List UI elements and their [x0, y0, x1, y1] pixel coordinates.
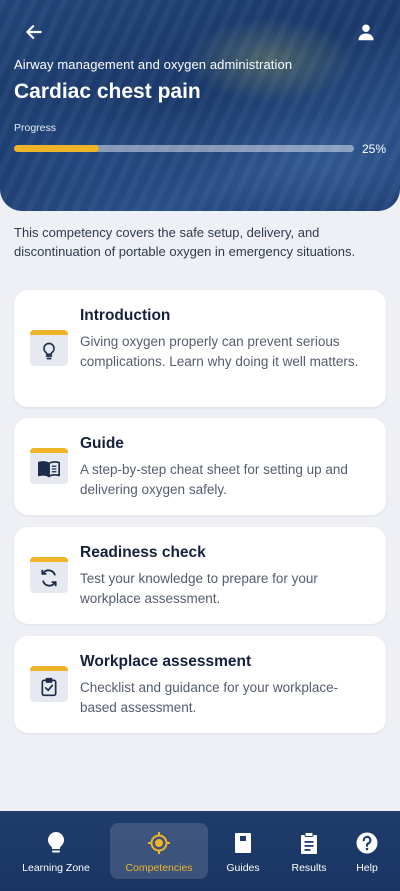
card-icon-box	[30, 557, 68, 593]
progress-bar-fill	[14, 145, 99, 152]
nav-label: Results	[291, 862, 327, 874]
target-icon	[148, 832, 170, 854]
progress-value: 25%	[362, 142, 387, 156]
refresh-icon	[41, 568, 57, 587]
clipboard-check-icon	[41, 677, 57, 696]
card-icon-box	[30, 330, 68, 366]
card-description: Checklist and guidance for your workplac…	[80, 680, 339, 715]
card-readiness-check[interactable]: Readiness check Test your knowledge to p…	[14, 527, 386, 624]
lightbulb-icon	[43, 342, 55, 359]
lightbulb-icon	[48, 832, 64, 853]
nav-item-help[interactable]: Help	[346, 823, 388, 879]
competency-description: This competency covers the safe setup, d…	[14, 225, 356, 259]
nav-item-results[interactable]: Results	[282, 823, 336, 879]
card-icon-box	[30, 448, 68, 484]
book-icon	[235, 833, 251, 853]
card-workplace-assessment[interactable]: Workplace assessment Checklist and guida…	[14, 636, 386, 733]
nav-item-competencies[interactable]: Competencies	[110, 823, 208, 879]
arrow-left-icon	[26, 25, 42, 39]
nav-label: Help	[356, 862, 378, 874]
nav-item-learning-zone[interactable]: Learning Zone	[14, 823, 98, 879]
page-title: Cardiac chest pain	[14, 80, 201, 103]
header-banner: Airway management and oxygen administrat…	[0, 0, 400, 211]
bottom-navigation: Learning Zone Competencies Guides Result…	[0, 811, 400, 891]
profile-button[interactable]	[352, 18, 380, 46]
card-title: Readiness check	[80, 544, 206, 561]
card-introduction[interactable]: Introduction Giving oxygen properly can …	[14, 290, 386, 407]
nav-item-guides[interactable]: Guides	[218, 823, 268, 879]
progress-label: Progress	[14, 122, 57, 134]
user-icon	[358, 24, 374, 41]
nav-label: Learning Zone	[22, 862, 90, 874]
card-title: Introduction	[80, 307, 171, 324]
clipboard-icon	[301, 832, 317, 854]
book-open-icon	[38, 460, 60, 477]
card-title: Guide	[80, 435, 124, 452]
card-description: Giving oxygen properly can prevent serio…	[80, 334, 359, 369]
card-description: Test your knowledge to prepare for your …	[80, 571, 318, 606]
competency-category: Airway management and oxygen administrat…	[14, 57, 293, 72]
nav-label: Competencies	[125, 862, 193, 874]
help-icon	[356, 832, 378, 854]
card-icon-box	[30, 666, 68, 702]
card-description: A step-by-step cheat sheet for setting u…	[80, 462, 348, 497]
nav-label: Guides	[226, 862, 260, 874]
card-guide[interactable]: Guide A step-by-step cheat sheet for set…	[14, 418, 386, 515]
back-button[interactable]	[20, 18, 48, 46]
progress-bar	[14, 145, 354, 152]
card-title: Workplace assessment	[80, 653, 252, 670]
